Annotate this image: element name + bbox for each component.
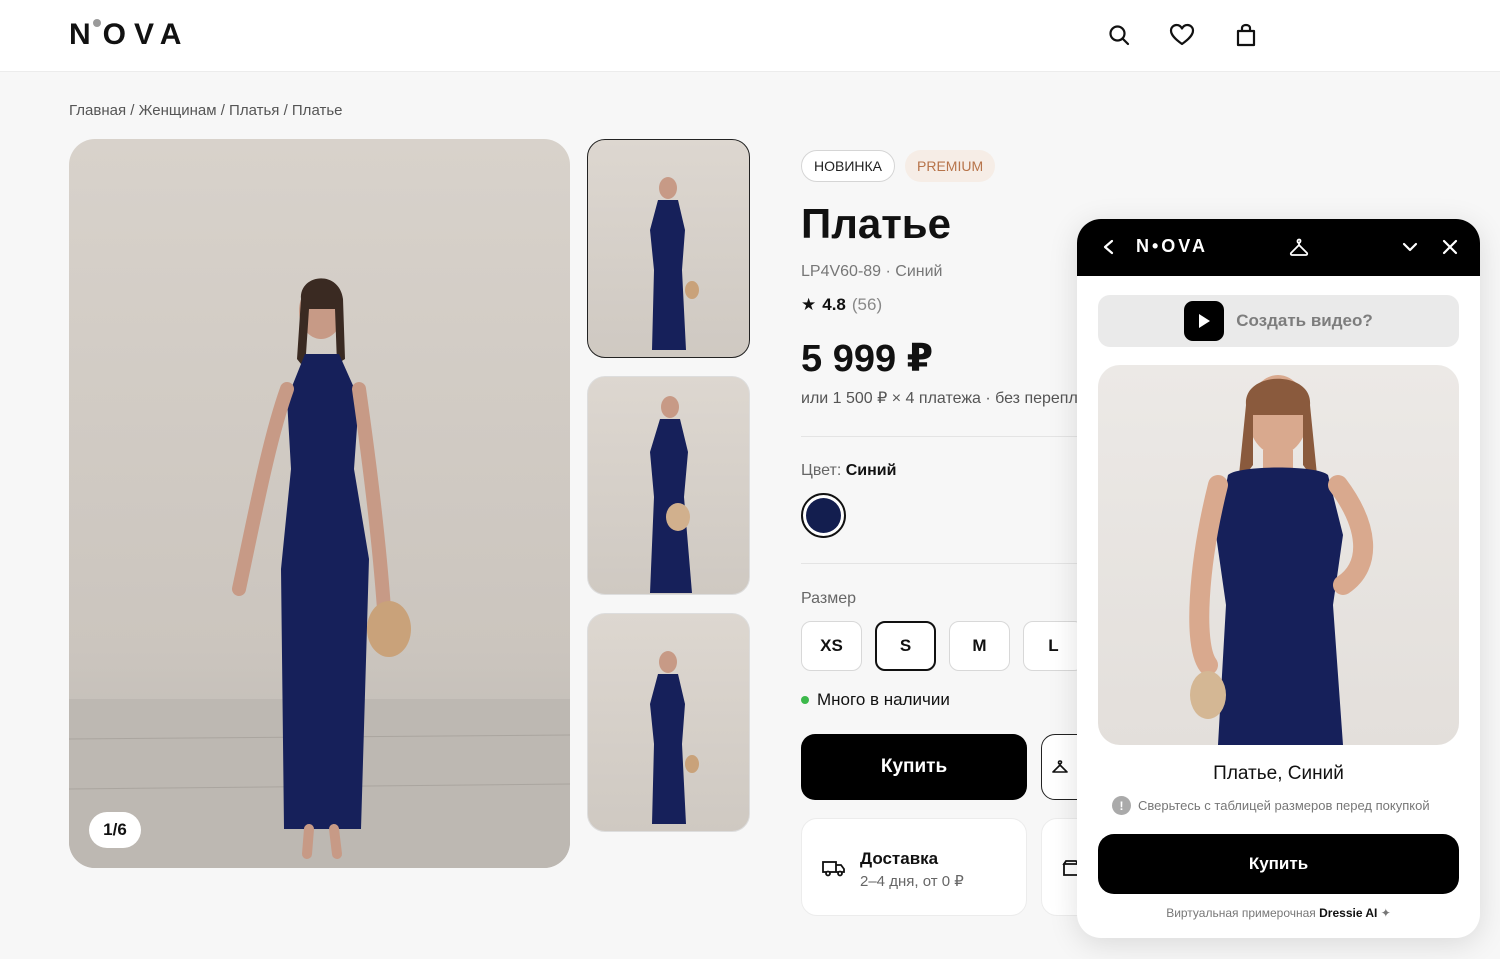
buy-button[interactable]: Купить — [801, 734, 1027, 800]
breadcrumb[interactable]: Главная / Женщинам / Платья / Платье — [69, 102, 342, 119]
product-rating[interactable]: ★ 4.8 (56) — [801, 295, 882, 315]
widget-logo: N•OVA — [1136, 236, 1208, 256]
delivery-title: Доставка — [860, 849, 939, 868]
badge-premium: PREMIUM — [905, 150, 996, 182]
stock-dot-icon — [801, 696, 809, 704]
widget-buy-button[interactable]: Купить — [1098, 834, 1459, 894]
widget-footer: Виртуальная примерочная Dressie AI ✦ — [1077, 906, 1480, 920]
delivery-subtitle: 2–4 дня, от 0 ₽ — [860, 873, 964, 890]
tryon-model-illustration — [1189, 375, 1373, 745]
divider — [801, 563, 1078, 564]
bag-icon[interactable] — [1231, 20, 1261, 50]
hanger-icon — [1052, 760, 1068, 773]
divider — [801, 436, 1078, 437]
thumbnail-2[interactable] — [587, 376, 750, 595]
stock-status: Много в наличии — [801, 690, 950, 710]
stock-text: Много в наличии — [817, 690, 950, 709]
star-icon: ★ — [801, 295, 817, 314]
site-logo[interactable]: N OVA — [69, 18, 189, 52]
truck-icon — [822, 859, 846, 882]
installment-info: или 1 500 ₽ × 4 платежа · без переплат — [801, 390, 1078, 407]
product-sku: LP4V60-89 · Синий — [801, 263, 943, 280]
color-swatch-blue[interactable] — [801, 493, 846, 538]
delivery-card[interactable]: Доставка 2–4 дня, от 0 ₽ — [801, 818, 1027, 916]
search-icon[interactable] — [1104, 20, 1134, 50]
thumbnail-model — [650, 651, 699, 824]
size-m-button[interactable]: M — [949, 621, 1010, 671]
footer-prefix: Виртуальная примерочная — [1166, 906, 1316, 920]
thumbnail-1[interactable] — [587, 139, 750, 358]
size-l-button[interactable]: L — [1023, 621, 1084, 671]
create-video-label: Создать видео? — [1236, 311, 1373, 330]
swatch-fill — [806, 498, 841, 533]
sparkle-icon: ✦ — [1380, 906, 1391, 920]
info-icon: ! — [1112, 796, 1131, 815]
tryon-widget: N•OVA Создать видео? Платье, Синий ! Све… — [1077, 219, 1480, 938]
logo-dot — [92, 19, 101, 27]
main-product-photo[interactable]: 1/6 — [69, 139, 570, 868]
product-price: 5 999 ₽ — [801, 338, 934, 380]
product-title: Платье — [801, 200, 951, 247]
size-s-button[interactable]: S — [875, 621, 936, 671]
size-label: Размер — [801, 590, 856, 607]
tryon-result-photo — [1098, 365, 1459, 745]
size-xs-button[interactable]: XS — [801, 621, 862, 671]
widget-header: N•OVA — [1077, 219, 1480, 276]
size-table-note-text: Сверьтесь с таблицей размеров перед поку… — [1138, 798, 1430, 813]
create-video-button[interactable]: Создать видео? — [1098, 295, 1459, 347]
color-value: Синий — [845, 462, 897, 479]
logo-letters-ova: OVA — [102, 18, 190, 51]
color-label-text: Цвет: — [801, 462, 842, 479]
site-header: N OVA — [0, 0, 1500, 72]
tryon-product-title: Платье, Синий — [1213, 763, 1344, 784]
photo-counter: 1/6 — [89, 812, 141, 848]
model-illustration — [69, 278, 570, 868]
rating-count: (56) — [851, 295, 883, 314]
rating-value: 4.8 — [822, 295, 846, 314]
thumbnail-3[interactable] — [587, 613, 750, 832]
close-icon[interactable] — [1436, 233, 1464, 261]
footer-brand[interactable]: Dressie AI — [1319, 906, 1377, 920]
back-icon[interactable] — [1095, 233, 1123, 261]
chevron-down-icon[interactable] — [1396, 233, 1424, 261]
product-badges: НОВИНКА PREMIUM — [801, 150, 996, 182]
heart-icon[interactable] — [1167, 20, 1197, 50]
hanger-icon[interactable] — [1285, 233, 1313, 261]
color-label: Цвет: Синий — [801, 462, 896, 480]
size-table-note: ! Сверьтесь с таблицей размеров перед по… — [1112, 796, 1430, 815]
thumbnail-model — [650, 177, 699, 350]
badge-new: НОВИНКА — [801, 150, 896, 182]
play-icon — [1184, 301, 1225, 341]
thumbnail-model — [650, 396, 692, 593]
